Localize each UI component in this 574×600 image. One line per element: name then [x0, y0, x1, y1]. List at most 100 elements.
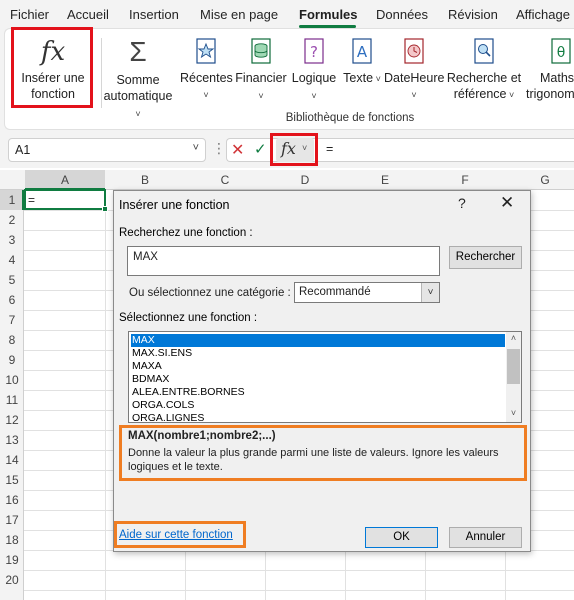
cell-a1-value: =	[28, 193, 36, 207]
financial-button[interactable]: Financier ˅	[234, 38, 288, 104]
tab-formules[interactable]: Formules	[299, 7, 358, 22]
column-header[interactable]: E	[345, 173, 425, 187]
grid-line	[24, 590, 574, 591]
cancel-icon[interactable]: ✕	[231, 140, 244, 160]
grid-line	[24, 570, 574, 571]
row-header[interactable]: 17	[0, 513, 24, 527]
autosum-label-2: automatique	[103, 89, 173, 103]
help-icon[interactable]: ?	[458, 195, 466, 211]
fill-handle[interactable]	[102, 206, 108, 212]
help-link[interactable]: Aide sur cette fonction	[119, 529, 233, 541]
category-label: Ou sélectionnez une catégorie :	[129, 287, 291, 299]
list-item[interactable]: ALEA.ENTRE.BORNES	[131, 386, 505, 399]
row-header[interactable]: 10	[0, 373, 24, 387]
category-select[interactable]: Recommandé	[294, 282, 440, 303]
row-header[interactable]: 7	[0, 313, 24, 327]
logical-button[interactable]: ? Logique ˅	[290, 38, 338, 104]
row-header[interactable]: 14	[0, 453, 24, 467]
row-header[interactable]: 2	[0, 213, 24, 227]
list-item[interactable]: BDMAX	[131, 373, 505, 386]
column-header[interactable]: F	[425, 173, 505, 187]
insert-function-label-1: Insérer une	[21, 71, 85, 85]
row-header[interactable]: 13	[0, 433, 24, 447]
list-item[interactable]: MAXA	[131, 360, 505, 373]
function-signature: MAX(nombre1;nombre2;...)	[128, 430, 276, 442]
recent-label: Récentes	[180, 71, 233, 85]
ok-button-label: OK	[393, 531, 410, 543]
list-item[interactable]: ORGA.COLS	[131, 399, 505, 412]
tab-insertion[interactable]: Insertion	[129, 7, 179, 22]
search-button[interactable]: Rechercher	[449, 246, 522, 269]
row-header[interactable]: 12	[0, 413, 24, 427]
row-header[interactable]: 8	[0, 333, 24, 347]
column-header[interactable]: C	[185, 173, 265, 187]
autosum-button[interactable]: Σ Somme automatique ˅	[100, 38, 176, 122]
chevron-down-icon[interactable]: ˅	[421, 283, 439, 302]
svg-text:θ: θ	[557, 45, 566, 61]
row-header[interactable]: 15	[0, 473, 24, 487]
lookup-label-1: Recherche et	[446, 71, 522, 85]
tab-revision[interactable]: Révision	[448, 7, 498, 22]
selected-cell-a1[interactable]	[24, 189, 106, 210]
chevron-down-icon: ˅	[192, 142, 199, 154]
name-box[interactable]: A1 ˅	[8, 138, 206, 162]
insert-function-fx-button[interactable]: fx ˅	[276, 138, 314, 162]
row-header[interactable]: 19	[0, 553, 24, 567]
question-icon: ?	[304, 38, 324, 64]
scrollbar-thumb[interactable]	[507, 349, 520, 384]
name-box-value: A1	[15, 143, 31, 157]
text-label: Texte	[343, 71, 374, 85]
fx-icon: fx	[281, 139, 296, 158]
list-item[interactable]: MAX	[131, 334, 505, 347]
lookup-reference-button[interactable]: Recherche et référence ˅	[446, 38, 522, 103]
sigma-icon: Σ	[129, 36, 147, 67]
text-a-icon: A	[352, 38, 372, 64]
column-header[interactable]: G	[505, 173, 574, 187]
recent-functions-button[interactable]: Récentes ˅	[180, 38, 233, 103]
fx-icon: fx	[40, 37, 66, 67]
row-header[interactable]: 18	[0, 533, 24, 547]
logical-label: Logique	[291, 71, 337, 85]
tab-fichier[interactable]: Fichier	[10, 7, 49, 22]
column-header[interactable]: D	[265, 173, 345, 187]
row-header[interactable]: 16	[0, 493, 24, 507]
search-input-value: MAX	[133, 251, 158, 263]
clock-icon	[404, 38, 424, 64]
column-header[interactable]: A	[25, 173, 105, 187]
cancel-button[interactable]: Annuler	[449, 527, 522, 548]
row-header[interactable]: 3	[0, 233, 24, 247]
row-header[interactable]: 1	[0, 193, 24, 207]
row-header[interactable]: 4	[0, 253, 24, 267]
insert-function-button[interactable]: fx Insérer une fonction	[14, 38, 92, 102]
scroll-up-icon[interactable]: ˄	[506, 333, 521, 347]
formula-text: =	[326, 142, 334, 156]
math-label-2: trigonom	[526, 87, 574, 101]
close-icon[interactable]: ✕	[500, 193, 514, 213]
datetime-button[interactable]: DateHeure ˅	[384, 38, 444, 103]
grid-line	[105, 190, 106, 600]
row-header[interactable]: 11	[0, 393, 24, 407]
search-input[interactable]: MAX	[127, 246, 440, 276]
check-icon[interactable]: ✓	[254, 140, 267, 158]
star-icon	[196, 38, 216, 64]
cancel-button-label: Annuler	[465, 531, 506, 543]
tab-mise-en-page[interactable]: Mise en page	[200, 7, 278, 22]
search-button-label: Rechercher	[455, 251, 516, 263]
text-button[interactable]: A Texte ˅	[342, 38, 382, 87]
theta-icon: θ	[551, 38, 571, 64]
tab-accueil[interactable]: Accueil	[67, 7, 109, 22]
column-header[interactable]: B	[105, 173, 185, 187]
svg-text:A: A	[357, 43, 368, 61]
scroll-down-icon[interactable]: ˅	[506, 408, 521, 422]
row-header[interactable]: 6	[0, 293, 24, 307]
row-header[interactable]: 5	[0, 273, 24, 287]
list-item[interactable]: MAX.SI.ENS	[131, 347, 505, 360]
tab-affichage[interactable]: Affichage	[516, 7, 570, 22]
list-item[interactable]: ORGA.LIGNES	[131, 412, 505, 425]
row-header[interactable]: 9	[0, 353, 24, 367]
tab-donnees[interactable]: Données	[376, 7, 428, 22]
ok-button[interactable]: OK	[365, 527, 438, 548]
lookup-label-2: référence	[453, 87, 507, 101]
row-header[interactable]: 20	[0, 573, 24, 587]
math-trig-button[interactable]: θ Maths trigonom	[526, 38, 574, 102]
